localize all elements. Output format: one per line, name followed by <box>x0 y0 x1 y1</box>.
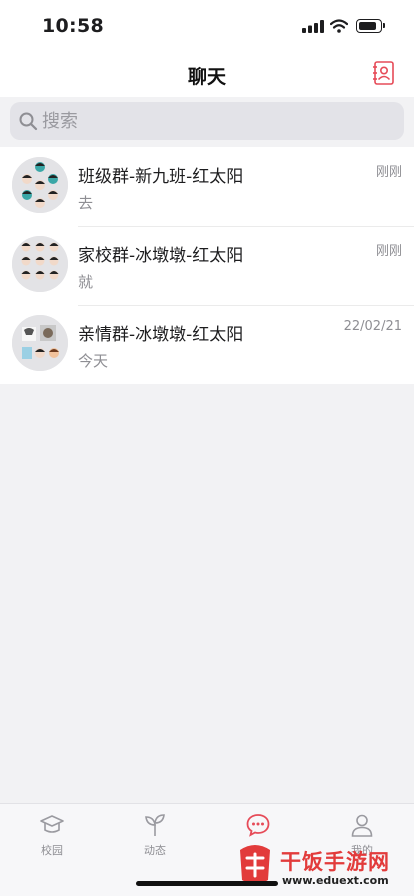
chat-last-message: 今天 <box>78 352 109 370</box>
status-time: 10:58 <box>42 15 104 37</box>
status-bar: 10:58 <box>0 0 414 50</box>
chat-row-family-group[interactable]: 亲情群-冰墩墩-红太阳 今天 22/02/21 <box>0 305 414 384</box>
chat-timestamp: 刚刚 <box>375 244 402 259</box>
tab-moments[interactable]: 动态 <box>115 812 195 864</box>
wifi-icon <box>330 19 348 33</box>
search-section <box>0 97 414 147</box>
nav-bar: 聊天 <box>0 50 414 97</box>
group-avatar-icon <box>12 315 68 371</box>
chat-row-school-home-group[interactable]: 家校群-冰墩墩-红太阳 就 刚刚 <box>0 226 414 305</box>
chat-name: 亲情群-冰墩墩-红太阳 <box>78 325 244 345</box>
tab-label: 校园 <box>41 844 63 857</box>
chat-timestamp: 22/02/21 <box>343 319 402 334</box>
chat-row-class-group[interactable]: 班级群-新九班-红太阳 去 刚刚 <box>0 147 414 226</box>
chat-last-message: 就 <box>78 273 94 291</box>
battery-icon <box>356 19 385 33</box>
page-title: 聊天 <box>187 66 226 88</box>
tab-label: 动态 <box>144 844 166 857</box>
chat-last-message: 去 <box>78 194 94 212</box>
search-input[interactable] <box>42 102 392 140</box>
graduation-cap-icon <box>40 815 64 833</box>
home-indicator[interactable] <box>136 881 278 886</box>
chat-name: 家校群-冰墩墩-红太阳 <box>78 246 244 266</box>
chat-list: 班级群-新九班-红太阳 去 刚刚 家校群-冰墩墩-红太阳 就 刚刚 亲情群-冰墩… <box>0 147 414 384</box>
battery-level <box>358 21 376 30</box>
watermark-url: www.eduext.com <box>282 874 389 887</box>
cellular-signal-icon <box>302 20 324 33</box>
person-icon <box>351 814 373 837</box>
contacts-book-icon[interactable] <box>371 60 397 86</box>
chat-bubble-icon <box>246 814 270 837</box>
chat-name: 班级群-新九班-红太阳 <box>78 167 244 187</box>
group-avatar-icon <box>12 157 68 213</box>
search-bar[interactable] <box>10 102 404 140</box>
tab-campus[interactable]: 校园 <box>12 812 92 864</box>
chat-timestamp: 刚刚 <box>375 165 402 180</box>
group-avatar-icon <box>12 236 68 292</box>
sprout-icon <box>145 814 165 836</box>
watermark-title: 干饭手游网 <box>280 850 390 874</box>
search-icon <box>19 112 38 131</box>
phone-screen: 10:58 聊天 搜索 班级群-新九班-红太阳 去 刚刚 家校群-冰墩墩-红太阳… <box>0 0 414 896</box>
